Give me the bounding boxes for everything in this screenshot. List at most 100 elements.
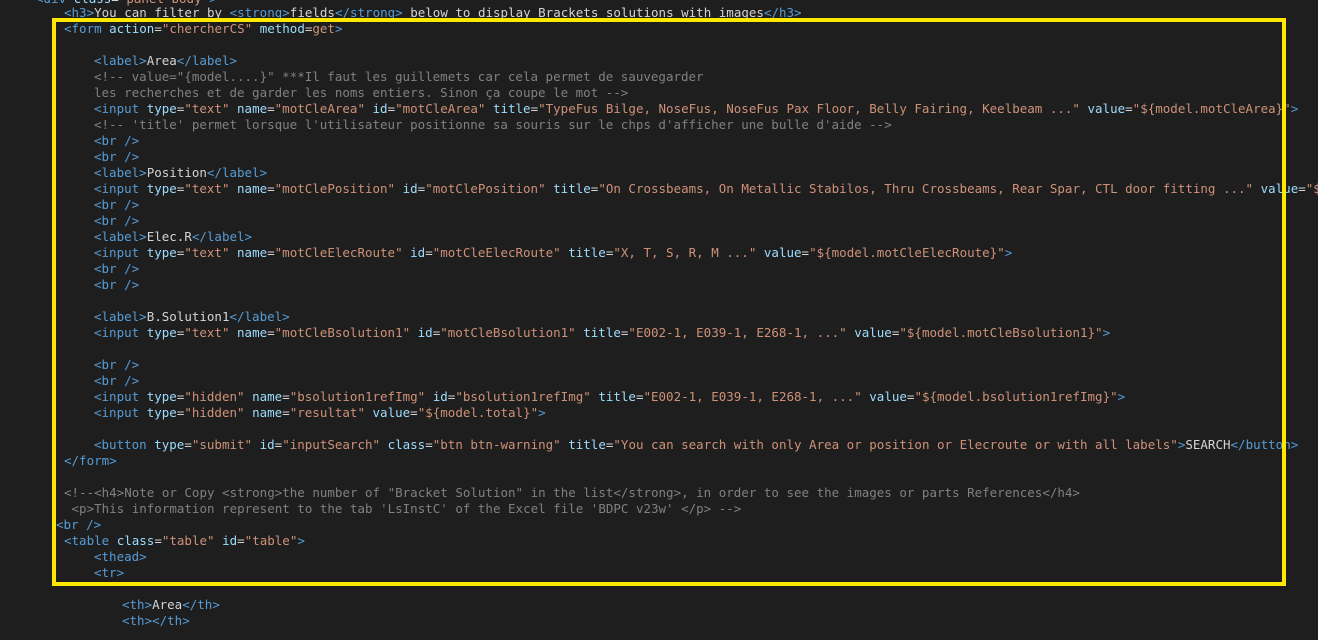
code-token: title [492,101,531,116]
code-line[interactable]: <form action="chercherCS" method=get> [64,21,342,37]
code-token: </h3> [763,5,802,20]
code-line[interactable]: <br /> [94,277,139,293]
code-token: name [237,245,268,260]
code-token: name [252,405,283,420]
code-token: <form [64,21,110,36]
code-token: "motCleArea" [274,101,365,116]
code-token: "E002-1, E039-1, E268-1, ..." [628,325,847,340]
code-editor[interactable]: <div class="panel-body"><h3>You can filt… [0,0,1318,640]
code-token: type [146,389,177,404]
code-token: id [432,389,448,404]
code-token: value [854,325,892,340]
code-token: <br /> [94,373,140,388]
code-line[interactable]: <label>Position</label> [94,165,267,181]
code-token: "table" [244,533,298,548]
code-line[interactable]: <!-- value="{model....}" ***Il faut les … [94,69,704,85]
code-line[interactable]: <br /> [56,517,101,533]
code-token: <label> [94,53,147,68]
code-line[interactable]: <br /> [94,133,139,149]
code-line[interactable]: <h3>You can filter by <strong>fields</st… [64,5,802,21]
code-token: "hidden" [184,405,245,420]
code-line[interactable]: <p>This information represent to the tab… [64,501,742,517]
code-token: "TypeFus Bilge, NoseFus, NoseFus Pax Flo… [538,101,1080,116]
code-token: B.Solution1 [146,309,230,324]
code-line[interactable]: <th>Area</th> [122,597,220,613]
code-token: = [530,101,539,116]
code-token: <p>This information represent to the tab… [64,501,742,516]
code-line[interactable]: <!--<h4>Note or Copy <strong>the number … [64,485,1080,501]
code-token: value [763,245,802,260]
code-token: <br /> [94,277,140,292]
code-token: </label> [229,309,290,324]
code-token: value [1260,181,1299,196]
code-line[interactable]: <table class="table" id="table"> [64,533,305,549]
code-token: type [146,405,177,420]
code-token: = [1298,181,1306,196]
code-token: <button [94,437,155,452]
code-line[interactable]: <input type="text" name="motClePosition"… [94,181,1318,197]
code-line[interactable]: <!-- 'title' permet lorsque l'utilisateu… [94,117,892,133]
code-token: </label> [191,229,253,244]
code-line[interactable]: <tr> [94,565,124,581]
code-line[interactable]: <th></th> [122,613,190,629]
code-token: <br /> [56,517,102,532]
code-line[interactable]: <input type="hidden" name="resultat" val… [94,405,546,421]
code-line[interactable]: <label>B.Solution1</label> [94,309,290,325]
code-token: Area [152,597,183,612]
code-token: </label> [206,165,268,180]
code-token: = [154,21,162,36]
code-line[interactable]: <input type="hidden" name="bsolution1ref… [94,389,1125,405]
code-line[interactable]: <br /> [94,149,139,165]
code-token: <strong> [229,5,290,20]
code-line[interactable]: les recherches et de garder les noms ent… [94,85,628,101]
code-token: type [154,437,185,452]
code-line[interactable]: <br /> [94,373,139,389]
code-line[interactable]: </form> [64,453,117,469]
code-token: "motCleElecRoute" [274,245,403,260]
code-token: "motCleBsolution1" [274,325,411,340]
code-line[interactable]: <label>Elec.R</label> [94,229,252,245]
code-token: title [598,389,636,404]
code-line[interactable]: <input type="text" name="motCleElecRoute… [94,245,1012,261]
code-token: <!--<h4>Note or Copy <strong>the number … [64,485,1080,500]
code-token: <table [64,533,117,548]
code-token: value [869,389,907,404]
code-line[interactable]: <br /> [94,213,139,229]
code-token: class [116,533,155,548]
code-token: <input [94,389,147,404]
code-line[interactable]: <thead> [94,549,147,565]
code-line[interactable]: <button type="submit" id="inputSearch" c… [94,437,1298,453]
code-token: "On Crossbeams, On Metallic Stabilos, Th… [598,181,1254,196]
code-line[interactable]: <br /> [94,261,139,277]
code-line[interactable]: <br /> [94,197,139,213]
code-token: Area [146,53,177,68]
code-token: name [237,325,268,340]
code-token: title [553,181,591,196]
code-token: <th> [122,597,153,612]
code-token: > [1290,101,1299,116]
code-line[interactable]: <input type="text" name="motCleArea" id=… [94,101,1298,117]
code-line[interactable]: <br /> [94,357,139,373]
code-token: You can filter by [94,5,230,20]
code-token: "bsolution1refImg" [289,389,426,404]
code-token: "hidden" [184,389,245,404]
code-token: value [372,405,411,420]
code-line[interactable]: <input type="text" name="motCleBsolution… [94,325,1110,341]
code-token: id [372,101,388,116]
code-token: id [222,533,238,548]
code-token: > [1004,245,1013,260]
code-line[interactable]: <label>Area</label> [94,53,237,69]
code-token: <br /> [94,357,140,372]
